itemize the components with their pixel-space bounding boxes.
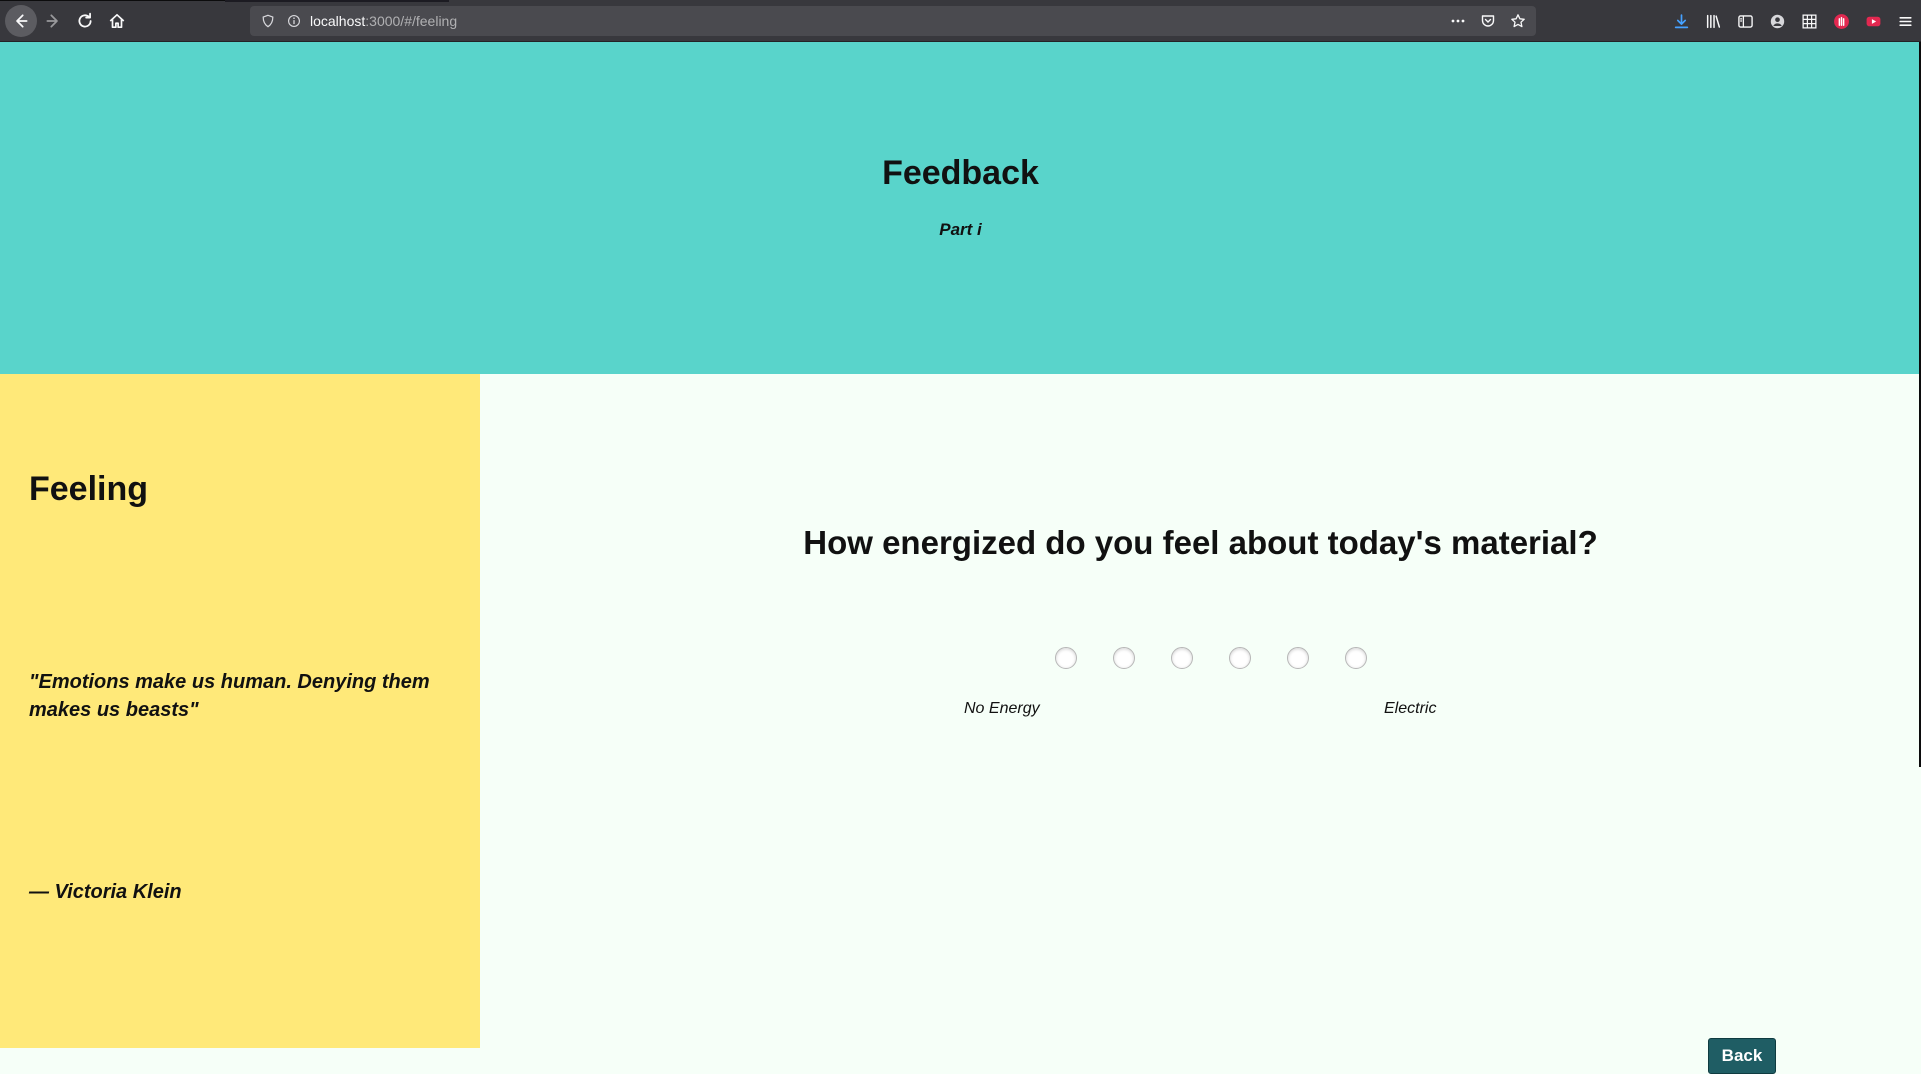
stop-hand-extension-icon[interactable] [1825, 6, 1857, 36]
account-icon[interactable] [1761, 6, 1793, 36]
section-title: Feeling [29, 470, 149, 508]
active-tab-indicator [225, 0, 449, 2]
arrow-right-icon [46, 14, 58, 28]
reload-button[interactable] [70, 6, 100, 36]
scale-high-label: Electric [1384, 700, 1437, 717]
home-icon [109, 13, 125, 29]
energy-scale [480, 647, 1921, 675]
url-path: :3000/#/feeling [365, 13, 458, 29]
hamburger-menu-icon[interactable] [1889, 6, 1921, 36]
tab-strip-line [0, 0, 225, 1]
url-text[interactable]: localhost:3000/#/feeling [310, 13, 457, 29]
pocket-icon[interactable] [1478, 11, 1498, 31]
quote-sidebar: Feeling "Emotions make us human. Denying… [0, 374, 480, 1048]
video-extension-icon[interactable] [1857, 6, 1889, 36]
question-panel: How energized do you feel about today's … [480, 374, 1921, 1074]
page-subtitle: Part i [939, 220, 982, 239]
scale-radio-4[interactable] [1229, 647, 1251, 669]
bookmark-star-icon[interactable] [1508, 11, 1528, 31]
library-icon[interactable] [1697, 6, 1729, 36]
scale-radio-6[interactable] [1345, 647, 1367, 669]
tracking-shield-icon[interactable] [260, 13, 276, 29]
back-nav-button[interactable]: Back [1708, 1038, 1776, 1074]
page-actions-icon[interactable] [1448, 11, 1468, 31]
downloads-icon[interactable] [1665, 6, 1697, 36]
grid-extension-icon[interactable] [1793, 6, 1825, 36]
address-bar[interactable]: localhost:3000/#/feeling [250, 6, 1536, 36]
quote-author: — Victoria Klein [29, 881, 182, 903]
question-text: How energized do you feel about today's … [803, 524, 1598, 561]
browser-toolbar: localhost:3000/#/feeling [0, 0, 1921, 42]
toolbar-right [1665, 6, 1921, 36]
scale-radio-1[interactable] [1055, 647, 1077, 669]
forward-button[interactable] [38, 6, 68, 36]
url-host: localhost [310, 13, 366, 29]
page-content: Feedback Part i Feeling "Emotions make u… [0, 42, 1921, 1074]
home-button[interactable] [102, 6, 132, 36]
quote-text: "Emotions make us human. Denying them ma… [29, 671, 430, 721]
scale-radio-5[interactable] [1287, 647, 1309, 669]
sidebar-toggle-icon[interactable] [1729, 6, 1761, 36]
arrow-left-icon [16, 14, 28, 28]
scale-radio-3[interactable] [1171, 647, 1193, 669]
back-button[interactable] [5, 5, 37, 37]
scale-low-label: No Energy [964, 700, 1040, 717]
hero-banner: Feedback Part i [0, 42, 1921, 374]
scale-radio-2[interactable] [1113, 647, 1135, 669]
site-info-icon[interactable] [286, 13, 302, 29]
url-actions [1448, 6, 1528, 36]
reload-icon [78, 12, 92, 28]
page-title: Feedback [882, 154, 1039, 192]
